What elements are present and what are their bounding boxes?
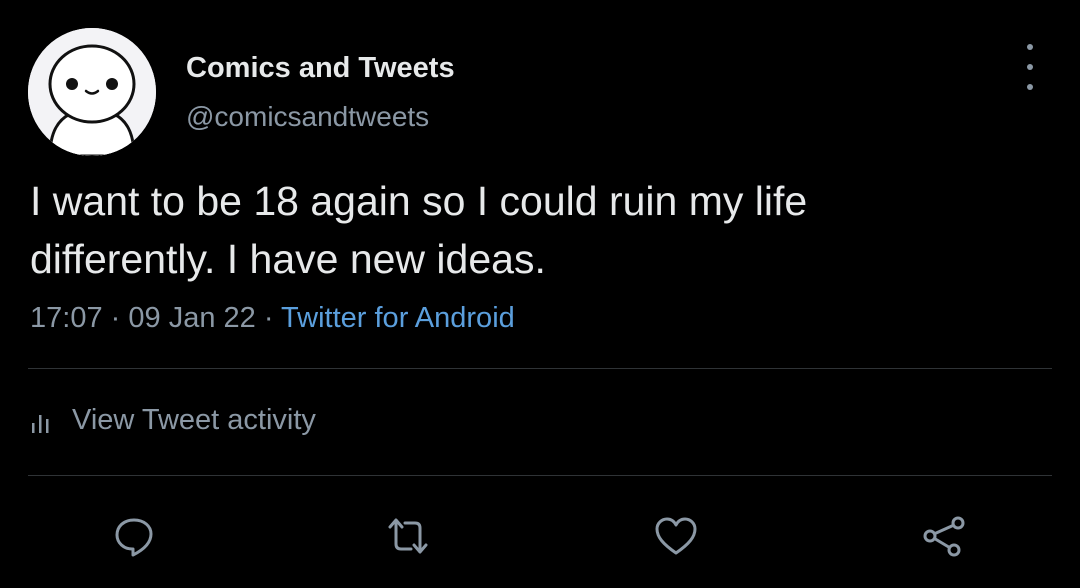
like-button[interactable] bbox=[652, 512, 700, 560]
author-handle[interactable]: @comicsandtweets bbox=[186, 101, 429, 133]
tweet-meta: 17:07 · 09 Jan 22 · Twitter for Android bbox=[30, 302, 515, 335]
share-icon bbox=[923, 516, 965, 557]
cartoon-face-avatar-icon bbox=[28, 28, 156, 156]
tweet-text-line: I want to be 18 again so I could ruin my… bbox=[30, 178, 808, 224]
retweet-icon bbox=[388, 518, 428, 554]
view-tweet-activity-button[interactable]: View Tweet activity bbox=[30, 404, 316, 437]
divider bbox=[28, 475, 1052, 476]
avatar[interactable] bbox=[28, 28, 156, 156]
view-tweet-activity-label: View Tweet activity bbox=[72, 404, 316, 436]
reply-button[interactable] bbox=[110, 512, 158, 560]
tweet-text: I want to be 18 again so I could ruin my… bbox=[30, 172, 1030, 288]
meta-separator: · bbox=[110, 302, 121, 334]
reply-icon bbox=[115, 518, 153, 557]
heart-icon bbox=[655, 517, 697, 555]
more-options-button[interactable] bbox=[1014, 44, 1046, 90]
tweet-text-line: differently. I have new ideas. bbox=[30, 236, 546, 282]
tweet-source-link[interactable]: Twitter for Android bbox=[281, 302, 515, 334]
tweet-time: 17:07 bbox=[30, 302, 103, 334]
meta-separator: · bbox=[263, 302, 274, 334]
tweet-date: 09 Jan 22 bbox=[128, 302, 256, 334]
bar-chart-icon bbox=[30, 409, 52, 433]
author-display-name[interactable]: Comics and Tweets bbox=[186, 52, 455, 85]
divider bbox=[28, 368, 1052, 369]
share-button[interactable] bbox=[920, 512, 968, 560]
retweet-button[interactable] bbox=[384, 512, 432, 560]
more-options-icon bbox=[1027, 44, 1033, 50]
